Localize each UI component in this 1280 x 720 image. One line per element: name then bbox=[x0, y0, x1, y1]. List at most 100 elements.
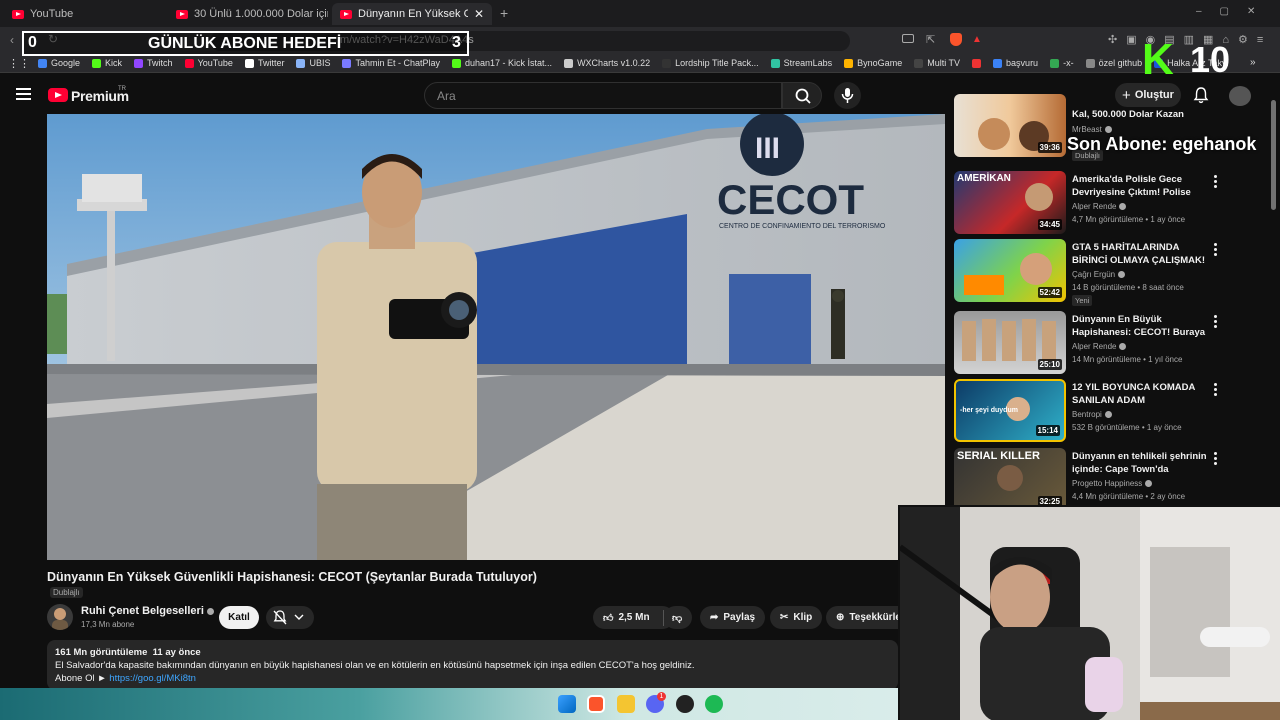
bookmark-item[interactable]: Twitch bbox=[134, 58, 173, 68]
recommendation-channel[interactable]: Çağrı Ergün bbox=[1072, 270, 1126, 279]
spotify-icon[interactable] bbox=[705, 695, 723, 713]
like-count: 2,5 Mn bbox=[618, 612, 650, 623]
tab-youtube[interactable]: YouTube bbox=[4, 3, 164, 25]
recommendation-title[interactable]: Dünyanın En Büyük Hapishanesi: CECOT! Bu… bbox=[1072, 313, 1210, 339]
cast-icon[interactable] bbox=[902, 34, 914, 43]
verified-icon bbox=[1104, 411, 1112, 419]
dislike-button[interactable]: 👎︎ bbox=[664, 606, 692, 629]
thanks-button[interactable]: ⊕ Teşekkürle bbox=[826, 606, 898, 629]
recommendation-channel[interactable]: Progetto Happiness bbox=[1072, 479, 1153, 488]
channel-name[interactable]: Ruhi Çenet Belgeselleri bbox=[81, 605, 214, 617]
share-button[interactable]: ➦ Paylaş bbox=[700, 606, 766, 629]
bookmark-item[interactable]: YouTube bbox=[184, 58, 233, 68]
sidebar-scrollbar[interactable] bbox=[1271, 100, 1276, 210]
recommendation-item[interactable]: 52:42 GTA 5 HARİTALARINDA BİRİNCİ OLMAYA… bbox=[954, 239, 1264, 306]
channel-avatar[interactable] bbox=[47, 604, 73, 630]
recommendation-title[interactable]: Dünyanın en tehlikeli şehrinin içinde: C… bbox=[1072, 450, 1210, 476]
recommendation-title[interactable]: Amerika'da Polisle Gece Devriyesine Çıkt… bbox=[1072, 173, 1210, 199]
more-options-icon[interactable] bbox=[1214, 383, 1218, 397]
recommendation-title[interactable]: Kal, 500.000 Dolar Kazan bbox=[1072, 108, 1210, 121]
upload-age: 11 ay önce bbox=[152, 647, 201, 658]
search-button[interactable] bbox=[782, 82, 822, 109]
scissors-icon: ✂ bbox=[780, 612, 789, 623]
tab-label: YouTube bbox=[30, 8, 74, 20]
search-input[interactable]: Ara bbox=[424, 82, 782, 109]
back-icon[interactable]: ‹ bbox=[10, 33, 14, 47]
bookmark-favicon-icon bbox=[296, 58, 306, 68]
bookmark-item[interactable]: StreamLabs bbox=[770, 58, 832, 68]
bookmark-label: UBIS bbox=[309, 58, 331, 68]
share-label: Paylaş bbox=[723, 612, 756, 623]
share-page-icon[interactable]: ⇱ bbox=[926, 33, 935, 46]
menu-icon[interactable] bbox=[16, 88, 31, 100]
description-link[interactable]: https://goo.gl/MKi8tn bbox=[109, 673, 196, 684]
recommendation-channel[interactable]: Alper Rende bbox=[1072, 342, 1127, 351]
recommendation-channel[interactable]: MrBeast bbox=[1072, 125, 1112, 134]
video-thumbnail[interactable]: 25:10 bbox=[954, 311, 1066, 374]
bookmark-favicon-icon bbox=[92, 58, 102, 68]
brave-browser-icon[interactable] bbox=[587, 695, 605, 713]
tab-30-unlu[interactable]: 30 Ünlü 1.000.000 Dolar için Yarışıyor bbox=[168, 3, 328, 25]
recommendation-item[interactable]: AMERİKAN 34:45 Amerika'da Polisle Gece D… bbox=[954, 171, 1264, 235]
window-controls[interactable]: –▢✕ bbox=[1196, 6, 1273, 17]
youtube-logo-icon[interactable] bbox=[48, 88, 68, 102]
bookmark-item[interactable]: Twitter bbox=[244, 58, 284, 68]
video-player[interactable]: III CECOT CENTRO DE CONFINAMIENTO DEL TE… bbox=[47, 114, 945, 560]
bookmarks-overflow-icon[interactable]: » bbox=[1250, 57, 1256, 68]
video-thumbnail[interactable]: 39:36 bbox=[954, 94, 1066, 157]
windows-start-icon[interactable] bbox=[558, 695, 576, 713]
clip-button[interactable]: ✂ Klip bbox=[770, 606, 823, 629]
bookmark-favicon-icon bbox=[972, 58, 982, 68]
close-tab-icon[interactable]: ✕ bbox=[474, 7, 484, 21]
video-duration: 39:36 bbox=[1037, 142, 1062, 153]
recommendation-channel[interactable]: Bentropi bbox=[1072, 410, 1112, 419]
bookmark-item[interactable]: Google bbox=[38, 58, 80, 68]
new-tab-button[interactable]: + bbox=[500, 5, 508, 21]
bookmark-item[interactable]: UBIS bbox=[296, 58, 330, 68]
more-options-icon[interactable] bbox=[1214, 452, 1218, 466]
bookmark-item[interactable]: Kick bbox=[92, 58, 122, 68]
obs-icon[interactable] bbox=[676, 695, 694, 713]
wall-sign-small-text: CENTRO DE CONFINAMIENTO DEL TERRORISMO bbox=[719, 223, 886, 230]
recommendation-title[interactable]: 12 YIL BOYUNCA KOMADA SANILAN ADAM bbox=[1072, 381, 1210, 407]
video-thumbnail[interactable]: 52:42 bbox=[954, 239, 1066, 302]
channel-text: Alper Rende bbox=[1072, 342, 1117, 351]
recommendation-item[interactable]: 25:10 Dünyanın En Büyük Hapishanesi: CEC… bbox=[954, 311, 1264, 375]
voice-search-button[interactable] bbox=[834, 82, 861, 109]
verified-icon bbox=[1118, 271, 1126, 279]
bookmark-item[interactable] bbox=[972, 58, 982, 68]
apps-grid-icon[interactable]: ⋮⋮ bbox=[8, 57, 30, 70]
bookmark-item[interactable]: Lordship Title Pack... bbox=[662, 58, 759, 68]
notification-settings-button[interactable] bbox=[266, 606, 314, 629]
more-options-icon[interactable] bbox=[1214, 243, 1218, 257]
bookmark-item[interactable]: -x- bbox=[1050, 58, 1074, 68]
video-thumbnail[interactable]: -her şeyi duydum 15:14 bbox=[954, 379, 1066, 442]
video-thumbnail[interactable]: SERIAL KILLER 32:25 bbox=[954, 448, 1066, 511]
bookmark-item[interactable]: BynoGame bbox=[844, 58, 902, 68]
join-button[interactable]: Katıl bbox=[219, 606, 259, 629]
recommendation-item[interactable]: SERIAL KILLER 32:25 Dünyanın en tehlikel… bbox=[954, 448, 1264, 512]
more-options-icon[interactable] bbox=[1214, 175, 1218, 189]
video-duration: 52:42 bbox=[1037, 287, 1062, 298]
recommendation-title[interactable]: GTA 5 HARİTALARINDA BİRİNCİ OLMAYA ÇALIŞ… bbox=[1072, 241, 1210, 267]
bookmark-item[interactable]: WXCharts v1.0.22 bbox=[564, 58, 650, 68]
like-button[interactable]: 👍︎ 2,5 Mn bbox=[593, 606, 674, 629]
bookmark-item[interactable]: özel github bbox=[1085, 58, 1142, 68]
bookmark-item[interactable]: duhan17 - Kick İstat... bbox=[452, 58, 552, 68]
file-explorer-icon[interactable] bbox=[617, 695, 635, 713]
video-thumbnail[interactable]: AMERİKAN 34:45 bbox=[954, 171, 1066, 234]
verified-icon bbox=[1145, 480, 1153, 488]
more-options-icon[interactable] bbox=[1214, 315, 1218, 329]
recommendation-channel[interactable]: Alper Rende bbox=[1072, 202, 1127, 211]
thumbs-down-icon: 👎︎ bbox=[672, 612, 683, 624]
description-box[interactable]: 161 Mn görüntüleme 11 ay önce El Salvado… bbox=[47, 640, 898, 690]
brave-shield-icon[interactable] bbox=[950, 33, 962, 46]
recommendation-item[interactable]: -her şeyi duydum 15:14 12 YIL BOYUNCA KO… bbox=[954, 379, 1264, 443]
tab-active-video[interactable]: Dünyanın En Yüksek Güvenlikli Hapishanes… bbox=[332, 3, 492, 25]
bookmark-favicon-icon bbox=[244, 58, 254, 68]
bookmark-item[interactable]: başvuru bbox=[993, 58, 1038, 68]
bookmark-item[interactable]: Multi TV bbox=[914, 58, 960, 68]
bookmark-item[interactable]: Tahmin Et - ChatPlay bbox=[342, 58, 440, 68]
brave-rewards-icon[interactable]: ▲ bbox=[972, 34, 982, 45]
bookmark-label: Kick bbox=[105, 58, 123, 68]
